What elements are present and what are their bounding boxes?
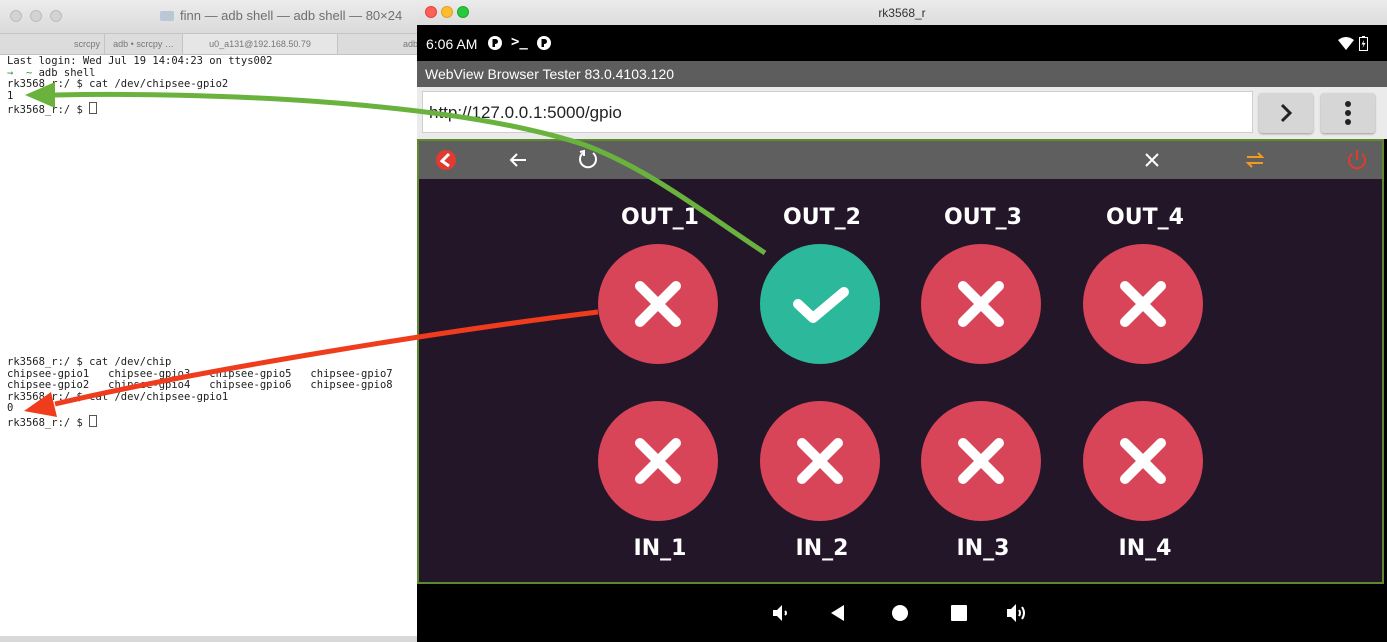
terminal-titlebar[interactable]: finn — adb shell — adb shell — 80×24 [0,0,419,34]
refresh-icon[interactable] [576,148,600,172]
terminal-line: rk3568_r:/ $ cat /dev/chipsee-gpio2 [7,78,229,90]
terminal-title: finn — adb shell — adb shell — 80×24 [160,8,402,23]
in-3-indicator [921,401,1041,521]
terminal-window-bottom[interactable]: rk3568_r:/ $ cat /dev/chip chipsee-gpio1 … [0,355,420,642]
go-button[interactable] [1259,93,1313,133]
chevron-right-icon [1280,103,1293,123]
dock-edge [0,636,420,642]
x-icon [635,438,681,484]
out-1-toggle[interactable] [598,244,718,364]
out-4-label: OUT_4 [1106,205,1184,230]
shell-prompt: rk3568_r:/ $ [7,416,90,429]
android-titlebar[interactable]: rk3568_r [417,0,1387,26]
x-icon [958,281,1004,327]
in-1-label: IN_1 [633,536,687,561]
out-1-label: OUT_1 [621,205,699,230]
wifi-icon [1338,37,1354,53]
terminal-line: rk3568_r:/ $ [7,102,419,117]
url-bar: http://127.0.0.1:5000/gpio [417,87,1387,139]
terminal-line: 1 [7,89,14,102]
text-cursor [89,414,98,427]
minimize-window-button[interactable] [30,10,42,22]
folder-icon [160,11,174,21]
shell-prompt: → ~ [7,66,39,79]
notification-p-icon-2 [536,35,552,54]
shell-command: adb shell [38,66,96,79]
text-cursor [89,102,98,114]
tab-label: scrcpy [73,39,100,49]
more-vert-icon [1345,101,1351,125]
back-triangle-icon[interactable] [828,603,848,623]
tab-u0-a131[interactable]: u0_a131@192.168.50.79 [183,34,338,54]
android-window-title: rk3568_r [878,6,926,20]
tab-label: adb • scrcpy … [113,39,174,49]
close-icon[interactable] [1140,148,1164,172]
terminal-line: rk3568_r:/ $ [7,414,420,430]
terminal-tabs: scrcpy adb • scrcpy … u0_a131@192.168.50… [0,34,419,55]
terminal-line: rk3568_r:/ $ cat /dev/chip [7,356,172,368]
x-icon [1120,438,1166,484]
tab-adb[interactable]: adb [338,34,420,54]
home-icon[interactable] [890,603,910,623]
close-window-button[interactable] [10,10,22,22]
terminal-output[interactable]: rk3568_r:/ $ cat /dev/chip chipsee-gpio1 … [0,355,420,429]
volume-up-icon[interactable] [1005,602,1029,624]
zoom-window-button[interactable] [50,10,62,22]
tab-scrcpy[interactable]: scrcpy [0,34,105,54]
in-4-indicator [1083,401,1203,521]
gpio-web-page: OUT_1 OUT_2 OUT_3 OUT_4 IN_1 IN_2 IN_3 I… [417,139,1384,584]
x-icon [958,438,1004,484]
tab-adb-scrcpy[interactable]: adb • scrcpy … [105,34,183,54]
out-2-label: OUT_2 [783,205,861,230]
back-arrow-icon[interactable] [506,148,530,172]
android-mirror-window[interactable]: rk3568_r 6:06 AM >_ WebView Browser Test… [417,0,1387,642]
x-icon [635,281,681,327]
terminal-line: 0 [7,402,14,414]
app-logo-icon [434,148,458,172]
out-3-toggle[interactable] [921,244,1041,364]
terminal-title-text: finn — adb shell — adb shell — 80×24 [180,8,403,23]
check-icon [793,287,849,323]
tab-label: adb [402,39,418,49]
web-toolbar [419,141,1382,179]
recents-icon[interactable] [949,603,969,623]
overflow-menu-button[interactable] [1321,93,1375,133]
tab-label: u0_a131@192.168.50.79 [209,39,311,49]
out-2-toggle[interactable] [760,244,880,364]
in-4-label: IN_4 [1118,536,1172,561]
status-time: 6:06 AM [426,36,478,52]
terminal-output[interactable]: Last login: Wed Jul 19 14:04:23 on ttys0… [0,55,419,117]
url-input[interactable]: http://127.0.0.1:5000/gpio [422,91,1253,133]
power-icon[interactable] [1345,148,1369,172]
volume-down-icon[interactable] [771,603,791,623]
android-nav-bar [417,584,1387,642]
x-icon [1120,281,1166,327]
terminal-line: chipsee-gpio2 chipsee-gpio4 chipsee-gpio… [7,379,393,391]
android-status-bar: 6:06 AM >_ [417,25,1387,61]
in-2-indicator [760,401,880,521]
battery-icon [1359,36,1368,54]
terminal-line: rk3568_r:/ $ cat /dev/chipsee-gpio1 [7,390,229,403]
terminal-notification-icon: >_ [511,34,528,50]
in-2-label: IN_2 [795,536,849,561]
out-4-toggle[interactable] [1083,244,1203,364]
app-title-bar: WebView Browser Tester 83.0.4103.120 [417,61,1387,87]
swap-icon[interactable] [1243,148,1267,172]
in-3-label: IN_3 [956,536,1010,561]
out-3-label: OUT_3 [944,205,1022,230]
in-1-indicator [598,401,718,521]
x-icon [797,438,843,484]
notification-p-icon [487,35,503,54]
shell-prompt: rk3568_r:/ $ [7,104,90,116]
terminal-window-top[interactable]: finn — adb shell — adb shell — 80×24 scr… [0,0,420,362]
